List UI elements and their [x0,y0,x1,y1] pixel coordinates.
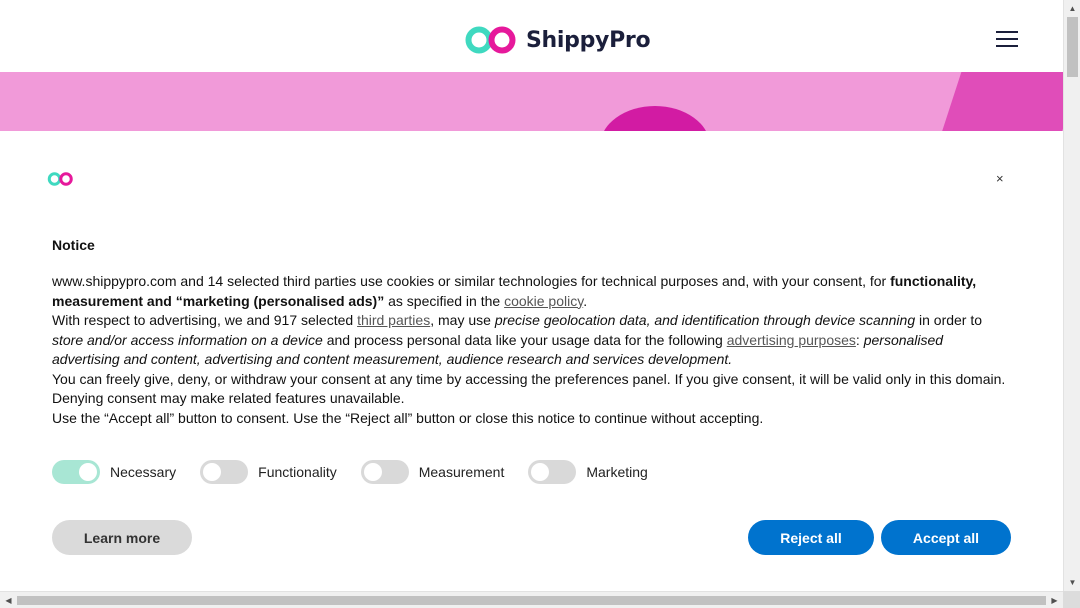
notice-text-italic: precise geolocation data, and identifica… [494,312,916,328]
notice-text: as specified in the [384,292,505,309]
notice-paragraph-2: With respect to advertising, we and 917 … [52,311,1012,370]
horizontal-scrollbar[interactable]: ◀ ▶ [0,591,1063,608]
marketing-switch[interactable] [528,460,577,484]
necessary-switch[interactable] [52,460,100,484]
scroll-left-icon[interactable]: ◀ [0,592,17,608]
hamburger-menu-icon[interactable] [996,31,1018,49]
consent-toggles: Necessary Functionality Measurement Mark… [52,460,672,484]
brand-logo[interactable]: ShippyPro [464,24,651,56]
notice-text: www.shippypro.com and 14 selected third … [52,273,891,289]
scrollbar-corner [1063,591,1080,608]
toggle-functionality: Functionality [200,460,337,484]
learn-more-button[interactable]: Learn more [52,520,192,555]
toggle-measurement: Measurement [360,460,505,484]
notice-text: : [855,331,864,348]
infinity-logo-icon [465,26,516,54]
horizontal-scroll-thumb[interactable] [17,596,1046,605]
notice-logo [47,171,74,192]
brand-name: ShippyPro [526,27,651,53]
notice-text: in order to [915,312,983,328]
hero-banner [0,72,1063,132]
toggle-label: Measurement [418,464,505,480]
notice-text: , may use [430,312,495,328]
scroll-right-icon[interactable]: ▶ [1046,592,1063,608]
toggle-label: Necessary [110,464,177,480]
accept-all-button[interactable]: Accept all [881,520,1011,555]
notice-text: With respect to advertising, we and 917 … [52,312,358,328]
notice-text-italic: store and/or access information on a dev… [52,331,323,348]
notice-title: Notice [52,237,95,253]
notice-text: . [583,292,588,309]
hero-decoration-shape [935,72,1063,132]
reject-all-button[interactable]: Reject all [748,520,874,555]
notice-text: and process personal data like your usag… [322,331,727,348]
infinity-logo-icon [47,172,73,186]
notice-paragraph-4: Use the “Accept all” button to consent. … [52,409,764,426]
vertical-scrollbar[interactable]: ▲ ▼ [1063,0,1080,591]
cookie-notice: × Notice www.shippypro.com and 14 select… [0,131,1063,591]
advertising-purposes-link[interactable]: advertising purposes [727,332,856,348]
third-parties-link[interactable]: third parties [357,312,430,328]
close-icon[interactable]: × [996,171,1004,187]
toggle-label: Functionality [258,464,337,480]
notice-body: www.shippypro.com and 14 selected third … [52,272,1012,428]
measurement-switch[interactable] [360,460,409,484]
functionality-switch[interactable] [200,460,249,484]
scroll-up-icon[interactable]: ▲ [1064,0,1080,17]
toggle-label: Marketing [586,464,648,480]
notice-paragraph-1: www.shippypro.com and 14 selected third … [52,272,1012,311]
toggle-necessary: Necessary [52,460,176,484]
toggle-marketing: Marketing [528,460,648,484]
vertical-scroll-thumb[interactable] [1067,17,1078,77]
site-header: ShippyPro [0,0,1063,72]
notice-paragraph-3: You can freely give, deny, or withdraw y… [52,370,1006,407]
hero-decoration-blob [600,106,710,132]
cookie-policy-link[interactable]: cookie policy [504,293,583,309]
scroll-down-icon[interactable]: ▼ [1064,574,1080,591]
